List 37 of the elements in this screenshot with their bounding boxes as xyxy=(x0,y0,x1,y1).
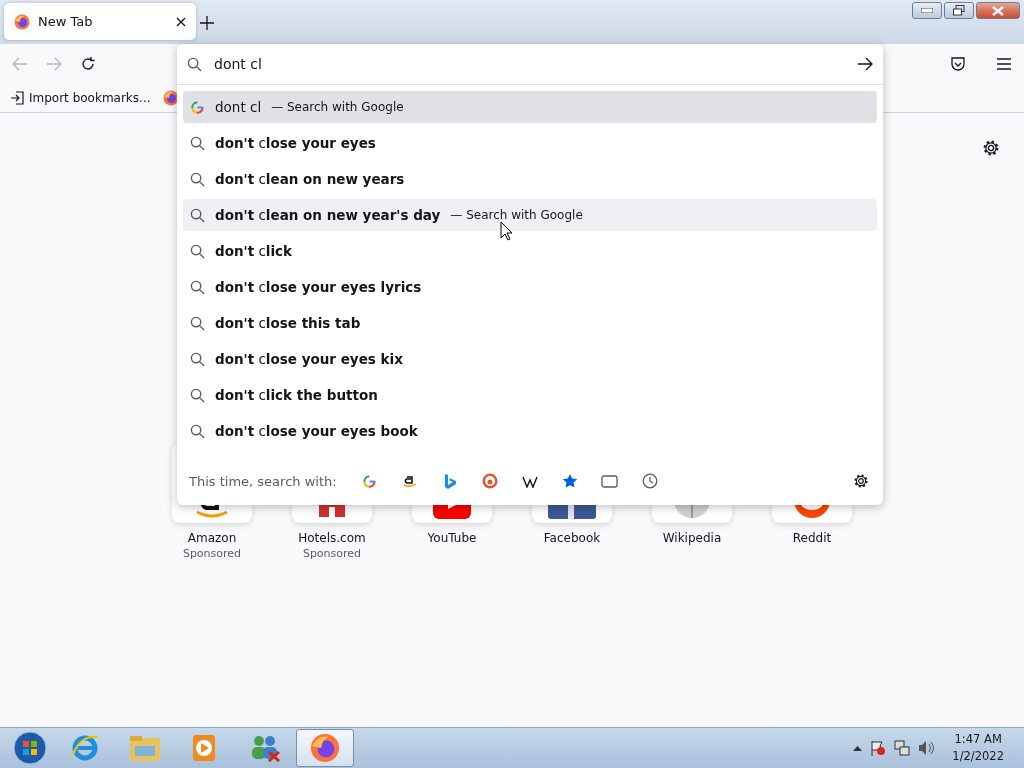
suggestion-row[interactable]: don't close your eyes lyrics xyxy=(183,271,877,303)
suggestion-text: don't close your eyes kix xyxy=(215,351,403,367)
suggestion-text: don't clean on new year's day xyxy=(215,207,441,223)
search-engine-label: — Search with Google xyxy=(271,100,404,114)
address-field[interactable]: dont cl xyxy=(212,55,843,73)
site-name: Amazon xyxy=(187,531,237,545)
suggestion-text: dont cl xyxy=(215,99,262,115)
sponsored-label: Sponsored xyxy=(182,547,242,560)
site-name: YouTube xyxy=(427,531,477,545)
suggestion-text: don't close your eyes xyxy=(215,135,376,151)
suggestion-text: don't close your eyes book xyxy=(215,423,418,439)
search-engine-label: — Search with Google xyxy=(450,208,583,222)
suggestion-row[interactable]: don't close your eyes xyxy=(183,127,877,159)
suggestion-row[interactable]: dont cl — Search with Google xyxy=(183,91,877,123)
suggestion-row[interactable]: don't close this tab xyxy=(183,307,877,339)
search-with-label: This time, search with: xyxy=(189,473,337,489)
suggestion-row[interactable]: don't close your eyes book xyxy=(183,415,877,447)
suggestion-text: don't close this tab xyxy=(215,315,361,331)
suggestion-text: don't clean on new years xyxy=(215,171,405,187)
site-name: Wikipedia xyxy=(662,531,722,545)
site-name: Reddit xyxy=(792,531,832,545)
clock[interactable]: 1:47 AM 1/2/2022 xyxy=(952,731,1004,765)
tab-title: New Tab xyxy=(38,14,94,29)
site-name: Facebook xyxy=(543,531,601,545)
suggestion-row[interactable]: don't clean on new year's day — Search with Google xyxy=(183,199,877,231)
suggestion-text: don't close your eyes lyrics xyxy=(215,279,422,295)
suggestion-text: don't click xyxy=(215,243,293,259)
clock-date: 1/2/2022 xyxy=(952,748,1004,765)
suggestion-row[interactable]: don't close your eyes kix xyxy=(183,343,877,375)
clock-time: 1:47 AM xyxy=(954,731,1002,748)
suggestion-row[interactable]: don't click xyxy=(183,235,877,267)
suggestion-row[interactable]: don't click the button xyxy=(183,379,877,411)
suggestion-row[interactable]: don't clean on new years xyxy=(183,163,877,195)
browser-tab[interactable]: New Tab xyxy=(4,3,196,40)
site-name: Hotels.com xyxy=(298,531,366,545)
suggestion-text: don't click the button xyxy=(215,387,378,403)
sponsored-label: Sponsored xyxy=(302,547,362,560)
